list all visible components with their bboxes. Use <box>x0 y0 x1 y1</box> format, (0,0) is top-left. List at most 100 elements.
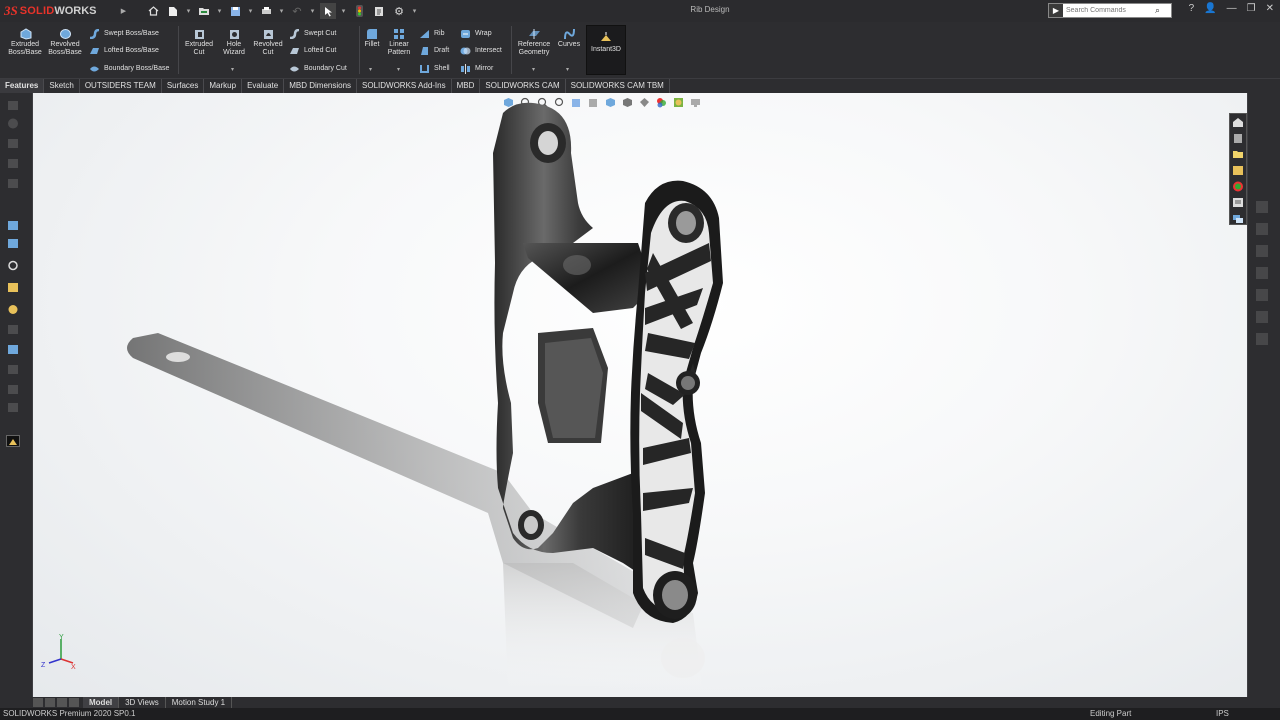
instant3d-side-icon[interactable] <box>6 435 20 447</box>
sketch-spline-icon[interactable] <box>1256 289 1268 301</box>
sketch-tool-icon[interactable] <box>6 219 20 231</box>
mirror-button[interactable]: Mirror <box>459 63 493 74</box>
fillet-button[interactable]: Fillet <box>361 28 383 49</box>
restore-icon[interactable]: ❐ <box>1247 3 1256 14</box>
smart-dimension-icon[interactable] <box>6 237 20 249</box>
intersect-button[interactable]: Intersect <box>459 45 502 56</box>
options-gear-icon[interactable]: ⚙ <box>391 3 407 19</box>
loft-tool-icon[interactable] <box>6 157 20 169</box>
open-dropdown-icon[interactable]: ▾ <box>216 3 223 19</box>
revolved-cut-button[interactable]: Revolved Cut <box>250 28 286 57</box>
close-icon[interactable]: ✕ <box>1266 3 1274 14</box>
relations-icon[interactable] <box>6 259 20 271</box>
file-explorer-icon[interactable] <box>1230 147 1246 162</box>
appearances-scenes-icon[interactable] <box>1230 179 1246 194</box>
menu-expand-icon[interactable]: ▶ <box>120 3 127 19</box>
lofted-boss-button[interactable]: Lofted Boss/Base <box>88 45 159 56</box>
select-dropdown-icon[interactable]: ▾ <box>340 3 347 19</box>
curves-dropdown-icon[interactable]: ▾ <box>566 66 569 73</box>
tab-surfaces[interactable]: Surfaces <box>162 79 205 93</box>
open-folder-icon[interactable] <box>196 3 212 19</box>
sketch-fillet-icon[interactable] <box>1256 311 1268 323</box>
tab-motion-study-1[interactable]: Motion Study 1 <box>166 697 233 708</box>
revolve-tool-icon[interactable] <box>6 117 20 129</box>
custom-properties-icon[interactable] <box>1230 195 1246 210</box>
boundary-tool-icon[interactable] <box>6 177 20 189</box>
layers-icon[interactable] <box>6 323 20 335</box>
design-library-icon[interactable] <box>1230 131 1246 146</box>
save-icon[interactable] <box>227 3 243 19</box>
solidworks-logo[interactable]: 3S SOLID WORKS <box>0 0 120 22</box>
swept-boss-button[interactable]: Swept Boss/Base <box>88 28 159 39</box>
rebuild-traffic-light-icon[interactable] <box>351 3 367 19</box>
sketch-line-icon[interactable] <box>1256 201 1268 213</box>
tab-features[interactable]: Features <box>0 79 45 93</box>
next-tab-icon[interactable] <box>57 698 67 707</box>
first-tab-icon[interactable] <box>33 698 43 707</box>
appearance-icon[interactable] <box>6 303 20 315</box>
reference-geometry-button[interactable]: Reference Geometry <box>514 28 554 57</box>
options-dropdown-icon[interactable]: ▾ <box>411 3 418 19</box>
linear-pattern-button[interactable]: Linear Pattern <box>385 28 413 57</box>
display-states-icon[interactable] <box>6 343 20 355</box>
hole-wizard-button[interactable]: Hole Wizard <box>217 28 251 57</box>
hole-wizard-dropdown-icon[interactable]: ▾ <box>231 66 234 73</box>
sweep-tool-icon[interactable] <box>6 137 20 149</box>
instant3d-button[interactable]: Instant3D <box>586 25 626 75</box>
tab-solidworks-add-ins[interactable]: SOLIDWORKS Add-Ins <box>357 79 452 93</box>
user-icon[interactable]: 👤 <box>1204 3 1216 14</box>
draft-button[interactable]: Draft <box>418 45 449 56</box>
boundary-boss-button[interactable]: Boundary Boss/Base <box>88 63 169 74</box>
sketch-rectangle-icon[interactable] <box>1256 223 1268 235</box>
section-icon[interactable] <box>6 401 20 413</box>
help-icon[interactable]: ? <box>1189 3 1195 14</box>
measure-icon[interactable] <box>6 383 20 395</box>
view-palette-icon[interactable] <box>1230 163 1246 178</box>
tab-3d-views[interactable]: 3D Views <box>119 697 166 708</box>
shell-button[interactable]: Shell <box>418 63 450 74</box>
search-scope-icon[interactable]: ▶ <box>1049 4 1063 17</box>
linear-pattern-dropdown-icon[interactable]: ▾ <box>397 66 400 73</box>
new-dropdown-icon[interactable]: ▾ <box>185 3 192 19</box>
print-dropdown-icon[interactable]: ▾ <box>278 3 285 19</box>
swept-cut-button[interactable]: Swept Cut <box>288 28 336 39</box>
reference-geometry-dropdown-icon[interactable]: ▾ <box>532 66 535 73</box>
home-icon[interactable] <box>145 3 161 19</box>
extruded-cut-button[interactable]: Extruded Cut <box>181 28 217 57</box>
tab-mbd[interactable]: MBD <box>452 79 481 93</box>
solidworks-resources-icon[interactable] <box>1230 115 1246 130</box>
search-commands-box[interactable]: ▶ ⌕ <box>1048 3 1172 18</box>
lofted-cut-button[interactable]: Lofted Cut <box>288 45 336 56</box>
search-input[interactable] <box>1063 7 1155 14</box>
tab-mbd-dimensions[interactable]: MBD Dimensions <box>284 79 358 93</box>
search-icon[interactable]: ⌕ <box>1155 5 1160 16</box>
mates-icon[interactable] <box>6 363 20 375</box>
tab-evaluate[interactable]: Evaluate <box>242 79 285 93</box>
wrap-button[interactable]: Wrap <box>459 28 492 39</box>
solidworks-forum-icon[interactable] <box>1230 211 1246 226</box>
features-panel-icon[interactable] <box>6 281 20 293</box>
new-document-icon[interactable] <box>165 3 181 19</box>
tab-sketch[interactable]: Sketch <box>44 79 80 93</box>
boundary-cut-button[interactable]: Boundary Cut <box>288 63 347 74</box>
status-units[interactable]: IPS <box>1216 708 1229 720</box>
rib-button[interactable]: Rib <box>418 28 445 39</box>
curves-button[interactable]: Curves <box>556 28 582 49</box>
tab-solidworks-cam-tbm[interactable]: SOLIDWORKS CAM TBM <box>566 79 670 93</box>
revolved-boss-button[interactable]: Revolved Boss/Base <box>46 28 84 57</box>
sketch-arc-icon[interactable] <box>1256 267 1268 279</box>
file-properties-icon[interactable] <box>371 3 387 19</box>
tab-outsiders-team[interactable]: OUTSIDERS TEAM <box>80 79 162 93</box>
tab-model[interactable]: Model <box>83 697 120 708</box>
sketch-trim-icon[interactable] <box>1256 333 1268 345</box>
extrude-tool-icon[interactable] <box>6 99 20 111</box>
undo-dropdown-icon[interactable]: ▾ <box>309 3 316 19</box>
minimize-icon[interactable]: — <box>1227 3 1237 14</box>
tab-solidworks-cam[interactable]: SOLIDWORKS CAM <box>480 79 566 93</box>
undo-icon[interactable]: ↶ <box>289 3 305 19</box>
tab-markup[interactable]: Markup <box>204 79 243 93</box>
fillet-dropdown-icon[interactable]: ▾ <box>369 66 372 73</box>
prev-tab-icon[interactable] <box>45 698 55 707</box>
select-cursor-icon[interactable] <box>320 3 336 19</box>
extruded-boss-button[interactable]: Extruded Boss/Base <box>6 28 44 57</box>
